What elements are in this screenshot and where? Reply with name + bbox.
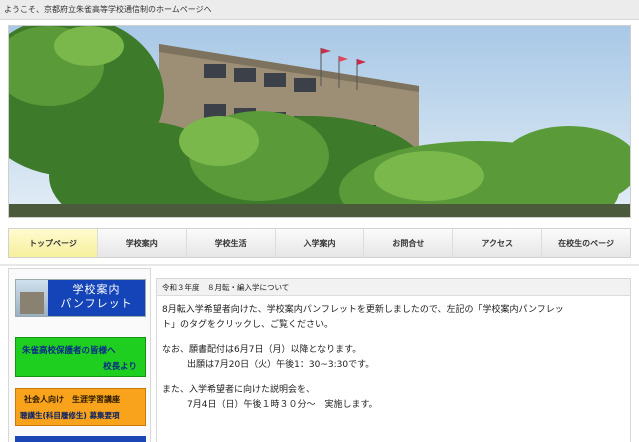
- top-bar: ようこそ、京都府立朱雀高等学校通信制のホームページへ: [0, 0, 639, 20]
- news-body: 8月転入学希望者向けた、学校案内パンフレットを更新しましたので、左記の「学校案内…: [162, 303, 627, 412]
- nav-item-students[interactable]: 在校生のページ: [542, 229, 630, 257]
- nav-item-access[interactable]: アクセス: [453, 229, 543, 257]
- sidebar: 学校案内 パンフレット 朱雀高校保護者の皆様へ 校長より 社会人向け 生涯学習講…: [8, 268, 151, 442]
- news-line: ト」のタグをクリックし、ご覧ください。: [162, 319, 334, 330]
- brochure-banner[interactable]: 学校案内 パンフレット: [15, 279, 146, 317]
- news-panel: 令和３年度 ８月転・編入学について 8月転入学希望者向けた、学校案内パンフレット…: [156, 278, 631, 442]
- main-nav: トップページ 学校案内 学校生活 入学案内 お問合せ アクセス 在校生のページ: [8, 228, 631, 258]
- news-line: 7月4日（日）午後１時３０分～ 実施します。: [187, 399, 378, 410]
- news-heading: 令和３年度 ８月転・編入学について: [157, 279, 630, 296]
- nav-item-top[interactable]: トップページ: [9, 229, 98, 257]
- parents-line-1: 朱雀高校保護者の皆様へ: [22, 346, 116, 356]
- news-line: 8月転入学希望者向けた、学校案内パンフレットを更新しましたので、左記の「学校案内…: [162, 305, 564, 315]
- nav-item-school-guide[interactable]: 学校案内: [98, 229, 187, 257]
- nav-item-school-life[interactable]: 学校生活: [187, 229, 276, 257]
- brochure-line-2: パンフレット: [60, 297, 133, 310]
- welcome-text: ようこそ、京都府立朱雀高等学校通信制のホームページへ: [4, 5, 212, 14]
- course-line-2: 聴講生(科目履修生) 募集要項: [20, 411, 120, 420]
- nav-item-admission[interactable]: 入学案内: [276, 229, 365, 257]
- parents-banner[interactable]: 朱雀高校保護者の皆様へ 校長より: [15, 337, 146, 377]
- parents-line-2: 校長より: [103, 362, 137, 372]
- brochure-line-1: 学校案内: [72, 283, 121, 296]
- course-line-1: 社会人向け 生涯学習講座: [24, 395, 120, 404]
- divider: [0, 264, 639, 266]
- hero-image: [8, 25, 631, 218]
- brochure-thumbnail: [16, 280, 48, 316]
- course-banner[interactable]: 社会人向け 生涯学習講座 聴講生(科目履修生) 募集要項: [15, 388, 146, 426]
- news-line: なお、願書配付は6月7日（月）以降となります。: [162, 345, 362, 355]
- nav-item-contact[interactable]: お問合せ: [364, 229, 454, 257]
- news-line: 出願は7月20日（火）午後1：30~3:30です。: [187, 359, 375, 370]
- brochure-label: 学校案内 パンフレット: [48, 280, 145, 316]
- news-line: また、入学希望者に向けた説明会を、: [162, 385, 316, 395]
- next-banner[interactable]: [15, 436, 146, 442]
